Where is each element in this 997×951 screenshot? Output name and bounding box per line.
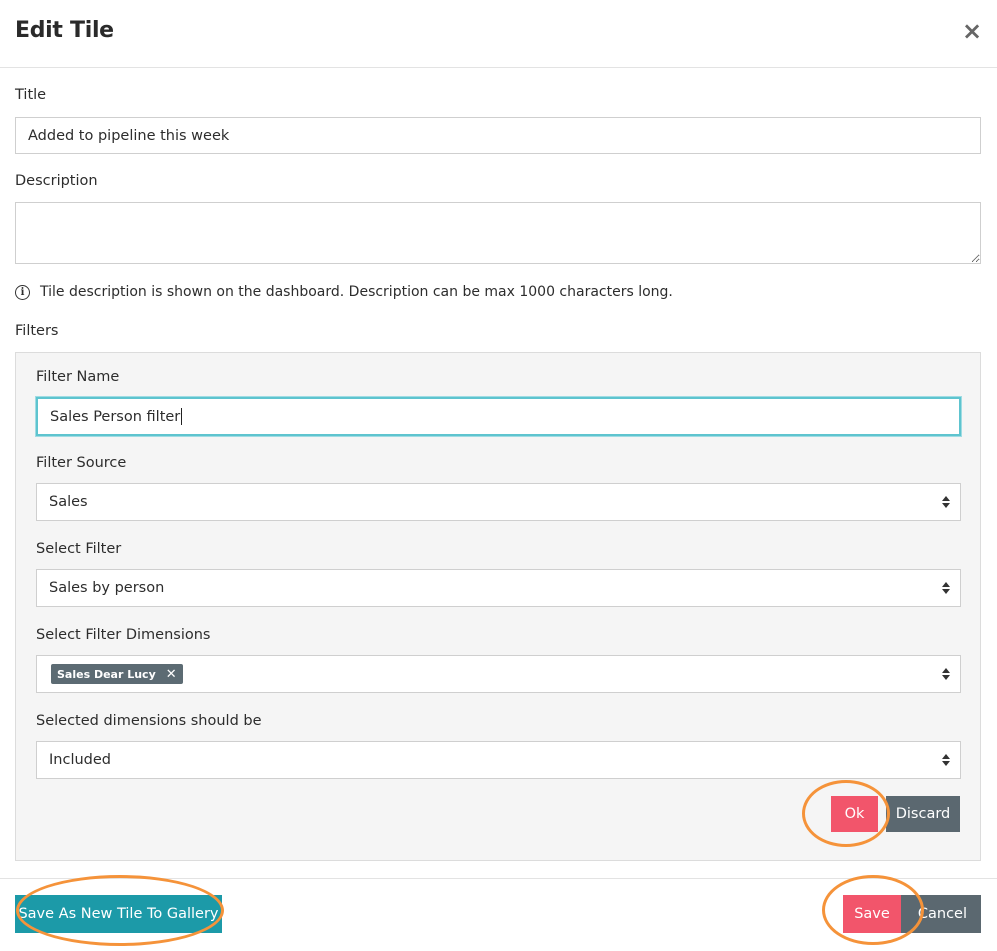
filter-source-select[interactable]: Sales [36,483,961,521]
save-button[interactable]: Save [843,895,901,933]
filter-source-label: Filter Source [36,455,127,471]
title-input[interactable] [15,117,981,154]
description-label: Description [15,173,98,189]
dimensions-multiselect[interactable]: Sales Dear Lucy ✕ [36,655,961,693]
close-icon[interactable]: × [959,18,985,44]
description-textarea[interactable] [15,202,981,264]
select-arrows-icon [942,668,950,680]
modal-title: Edit Tile [15,18,114,43]
footer-divider [0,878,997,879]
select-filter-select[interactable]: Sales by person [36,569,961,607]
selected-should-be-label: Selected dimensions should be [36,713,262,729]
select-arrows-icon [942,582,950,594]
ok-button[interactable]: Ok [831,796,878,832]
title-label: Title [15,87,47,103]
selected-should-be-select[interactable]: Included [36,741,961,779]
info-icon: i [15,284,30,300]
description-help-text: Tile description is shown on the dashboa… [40,284,673,300]
filter-name-label: Filter Name [36,369,120,385]
description-help: i Tile description is shown on the dashb… [15,284,673,300]
select-filter-label: Select Filter [36,541,122,557]
filter-name-value: Sales Person filter [50,408,181,425]
discard-button[interactable]: Discard [886,796,960,832]
filter-name-input[interactable]: Sales Person filter [36,397,961,436]
edit-tile-modal: Edit Tile × Title Description i Tile des… [0,0,997,951]
text-caret [181,408,183,425]
modal-header: Edit Tile × [0,0,997,68]
filters-label: Filters [15,323,59,339]
filter-source-value: Sales [49,494,88,510]
select-arrows-icon [942,754,950,766]
dimension-tag-label: Sales Dear Lucy [57,667,156,681]
dimension-tag: Sales Dear Lucy ✕ [51,664,183,684]
selected-should-be-value: Included [49,752,111,768]
remove-tag-icon[interactable]: ✕ [166,667,177,682]
select-filter-value: Sales by person [49,580,165,596]
select-arrows-icon [942,496,950,508]
filter-editor-panel: Filter Name Sales Person filter Filter S… [15,352,981,861]
save-as-new-tile-button[interactable]: Save As New Tile To Gallery [15,895,222,933]
cancel-button[interactable]: Cancel [893,895,981,933]
dimensions-label: Select Filter Dimensions [36,627,211,643]
